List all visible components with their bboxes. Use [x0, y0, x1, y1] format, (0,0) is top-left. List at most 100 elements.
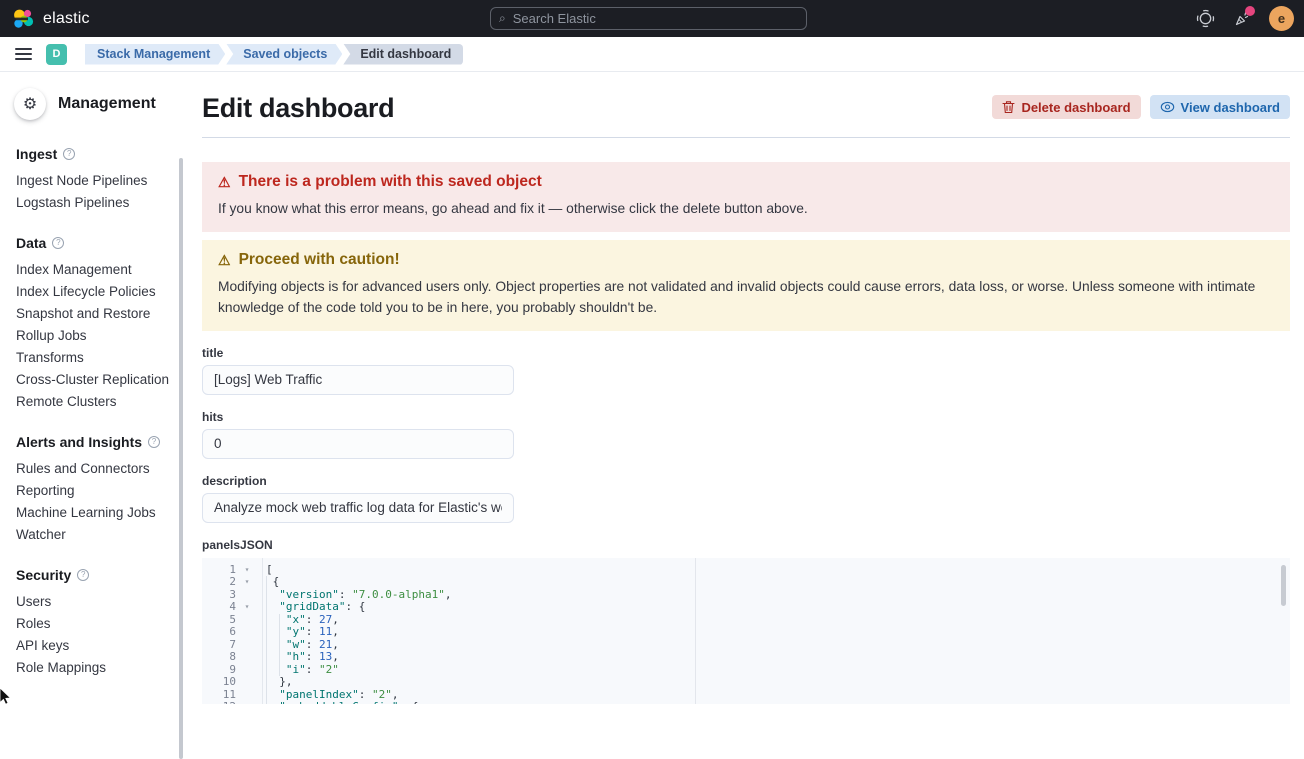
user-avatar[interactable]: e [1269, 6, 1294, 31]
line-number: 10 [202, 676, 236, 689]
management-sidebar: ⚙ Management Ingest? Ingest Node Pipeline… [0, 72, 186, 704]
alert-icon: ⚠ [218, 172, 231, 192]
nav-section-heading: Alerts and Insights [16, 434, 142, 450]
page-title: Edit dashboard [202, 93, 394, 123]
delete-dashboard-label: Delete dashboard [1021, 100, 1130, 115]
caution-callout: ⚠ Proceed with caution! Modifying object… [202, 240, 1290, 331]
error-callout-title: There is a problem with this saved objec… [239, 172, 542, 192]
panels-json-editor[interactable]: 1▾[2▾ {3 "version": "7.0.0-alpha1",4▾ "g… [202, 558, 1290, 705]
editor-lines: 1▾[2▾ {3 "version": "7.0.0-alpha1",4▾ "g… [202, 564, 1290, 705]
code-line[interactable]: "i": "2" [262, 664, 1290, 677]
delete-dashboard-button[interactable]: Delete dashboard [992, 95, 1140, 119]
sidebar-item[interactable]: Ingest Node Pipelines [16, 174, 186, 188]
info-icon: ? [77, 569, 89, 581]
sidebar-item[interactable]: Index Management [16, 263, 186, 277]
search-input[interactable] [513, 11, 798, 26]
sidebar-item[interactable]: Machine Learning Jobs [16, 506, 186, 520]
global-search[interactable]: ⌕ [490, 7, 807, 30]
breadcrumb-item: Edit dashboard [343, 44, 463, 65]
description-field[interactable] [202, 493, 514, 523]
deployment-icon[interactable] [1195, 9, 1215, 29]
panels-json-label: panelsJSON [202, 538, 1290, 552]
nav-section-heading: Security [16, 567, 71, 583]
fold-spacer [236, 626, 258, 639]
code-line[interactable]: "w": 21, [262, 639, 1290, 652]
description-field-label: description [202, 474, 1290, 488]
code-line[interactable]: "x": 27, [262, 614, 1290, 627]
fold-arrow-icon[interactable]: ▾ [236, 576, 258, 589]
space-avatar[interactable]: D [46, 44, 67, 65]
sidebar-item[interactable]: Rollup Jobs [16, 329, 186, 343]
editor-scrollbar[interactable] [1281, 565, 1286, 606]
info-icon: ? [148, 436, 160, 448]
nav-section-heading: Data [16, 235, 46, 251]
fold-spacer [236, 651, 258, 664]
sidebar-item[interactable]: Remote Clusters [16, 395, 186, 409]
fold-spacer [236, 664, 258, 677]
title-field[interactable] [202, 365, 514, 395]
sidebar-item[interactable]: Roles [16, 617, 186, 631]
sidebar-item[interactable]: Index Lifecycle Policies [16, 285, 186, 299]
fold-arrow-icon[interactable]: ▾ [236, 564, 258, 577]
search-icon: ⌕ [499, 11, 506, 26]
elastic-home-link[interactable]: elastic [0, 8, 90, 30]
code-line[interactable]: "version": "7.0.0-alpha1", [262, 589, 1290, 602]
main-content: Edit dashboard Delete dashboard View das… [186, 72, 1304, 704]
title-field-label: title [202, 346, 1290, 360]
notification-badge [1245, 6, 1255, 16]
breadcrumb-item[interactable]: Stack Management [85, 44, 225, 65]
view-dashboard-label: View dashboard [1181, 100, 1280, 115]
fold-arrow-icon[interactable]: ▾ [236, 601, 258, 614]
warning-icon: ⚠ [218, 250, 231, 270]
sidebar-item[interactable]: Reporting [16, 484, 186, 498]
sidebar-item[interactable]: API keys [16, 639, 186, 653]
hits-field[interactable] [202, 429, 514, 459]
fold-spacer [236, 639, 258, 652]
sidebar-item[interactable]: Logstash Pipelines [16, 196, 186, 210]
view-dashboard-button[interactable]: View dashboard [1150, 95, 1290, 119]
info-icon: ? [52, 237, 64, 249]
sidebar-item[interactable]: Rules and Connectors [16, 462, 186, 476]
sidebar-item[interactable]: Watcher [16, 528, 186, 542]
trash-icon [1002, 100, 1015, 114]
fold-spacer [236, 676, 258, 689]
code-line[interactable]: }, [262, 676, 1290, 689]
hits-field-label: hits [202, 410, 1290, 424]
breadcrumb-item[interactable]: Saved objects [226, 44, 342, 65]
code-line[interactable]: [ [262, 564, 1290, 577]
newsfeed-icon[interactable] [1232, 9, 1252, 29]
sidebar-item[interactable]: Role Mappings [16, 661, 186, 675]
line-number: 4 [202, 601, 236, 614]
sidebar-item[interactable]: Cross-Cluster Replication [16, 373, 186, 387]
mouse-cursor [0, 688, 13, 705]
breadcrumb-bar: D Stack ManagementSaved objectsEdit dash… [0, 37, 1304, 72]
code-line[interactable]: "gridData": { [262, 601, 1290, 614]
error-callout: ⚠ There is a problem with this saved obj… [202, 162, 1290, 232]
line-number: 6 [202, 626, 236, 639]
sidebar-item[interactable]: Users [16, 595, 186, 609]
eye-icon [1160, 101, 1175, 113]
fold-spacer [236, 689, 258, 702]
fold-spacer [236, 589, 258, 602]
error-callout-body: If you know what this error means, go ah… [218, 198, 1274, 220]
sidebar-nav: Ingest? Ingest Node Pipelines Logstash Pip… [0, 120, 186, 675]
brand-name: elastic [43, 10, 90, 28]
menu-icon[interactable] [15, 45, 32, 63]
fold-spacer [236, 614, 258, 627]
nav-section-heading: Ingest [16, 146, 57, 162]
code-line[interactable]: "h": 13, [262, 651, 1290, 664]
sidebar-title: Management [58, 95, 156, 113]
line-number: 2 [202, 576, 236, 589]
sidebar-item[interactable]: Snapshot and Restore [16, 307, 186, 321]
elastic-logo-icon [12, 8, 34, 30]
breadcrumb: Stack ManagementSaved objectsEdit dashbo… [85, 44, 464, 65]
caution-callout-title: Proceed with caution! [239, 250, 400, 270]
caution-callout-body: Modifying objects is for advanced users … [218, 276, 1274, 319]
sidebar-item[interactable]: Transforms [16, 351, 186, 365]
top-header-bar: elastic ⌕ e [0, 0, 1304, 37]
code-line[interactable]: "y": 11, [262, 626, 1290, 639]
line-number: 8 [202, 651, 236, 664]
management-gear-icon: ⚙ [14, 88, 46, 120]
info-icon: ? [63, 148, 75, 160]
sidebar-scrollbar[interactable] [179, 158, 183, 759]
